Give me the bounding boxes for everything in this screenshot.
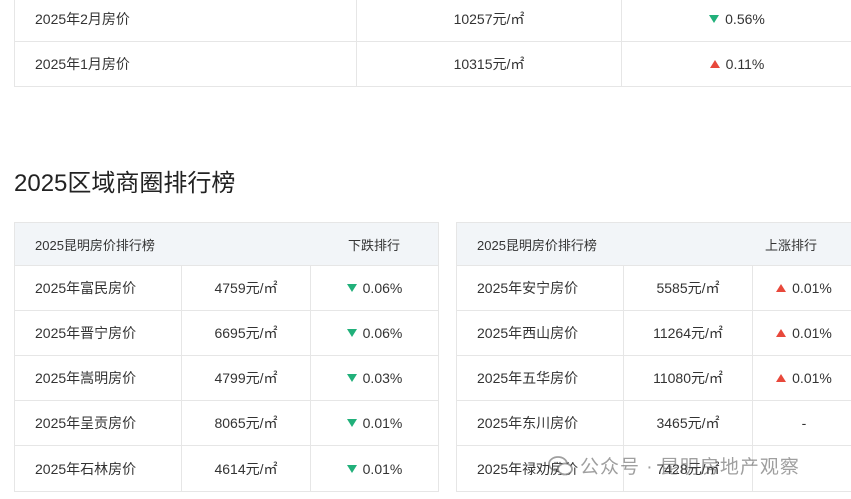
section-title: 2025区域商圈排行榜	[14, 170, 236, 197]
table-header: 2025昆明房价排行榜 上涨排行	[457, 223, 851, 266]
area-label: 2025年石林房价	[15, 446, 182, 491]
change-value: 0.01%	[792, 325, 832, 341]
down-arrow-icon	[709, 15, 720, 23]
price-value: 6695元/㎡	[182, 311, 311, 355]
change-cell: 0.06%	[311, 266, 438, 310]
table-row: 2025年晋宁房价 6695元/㎡ 0.06%	[15, 311, 438, 356]
wechat-icon	[548, 455, 573, 475]
change-cell: 0.01%	[753, 266, 851, 310]
area-label: 2025年五华房价	[457, 356, 624, 400]
change-value: 0.01%	[362, 415, 403, 431]
table-row: 2025年五华房价 11080元/㎡ 0.01%	[457, 356, 851, 401]
down-arrow-icon	[346, 329, 357, 337]
change-cell: 0.06%	[311, 311, 438, 355]
change-cell: 0.01%	[311, 446, 438, 491]
table-row: 2025年东川房价 3465元/㎡ -	[457, 401, 851, 446]
header-rank: 下跌排行	[347, 237, 400, 253]
up-arrow-icon	[709, 60, 720, 68]
area-label: 2025年呈贡房价	[15, 401, 182, 445]
table-row: 2025年安宁房价 5585元/㎡ 0.01%	[457, 266, 851, 311]
table-row: 2025年2月房价 10257元/㎡ 0.56%	[15, 0, 851, 41]
change-cell: 0.11%	[622, 42, 851, 86]
change-cell: 0.56%	[622, 0, 851, 41]
table-row: 2025年嵩明房价 4799元/㎡ 0.03%	[15, 356, 438, 401]
up-arrow-icon	[776, 329, 787, 337]
price-value: 11080元/㎡	[624, 356, 753, 400]
table-header: 2025昆明房价排行榜 下跌排行	[15, 223, 438, 266]
month-label: 2025年1月房价	[15, 42, 357, 86]
month-label: 2025年2月房价	[15, 0, 357, 41]
change-value: 0.06%	[362, 325, 403, 341]
header-title: 2025昆明房价排行榜	[35, 237, 155, 253]
change-cell: 0.01%	[753, 311, 851, 355]
price-value: 11264元/㎡	[624, 311, 753, 355]
table-row: 2025年呈贡房价 8065元/㎡ 0.01%	[15, 401, 438, 446]
change-value: 0.01%	[792, 280, 832, 296]
table-row: 2025年西山房价 11264元/㎡ 0.01%	[457, 311, 851, 356]
change-cell: 0.01%	[753, 356, 851, 400]
down-arrow-icon	[346, 284, 357, 292]
change-value: -	[801, 415, 807, 431]
table-row: 2025年1月房价 10315元/㎡ 0.11%	[15, 41, 851, 86]
change-value: 0.01%	[792, 370, 832, 386]
header-title: 2025昆明房价排行榜	[477, 237, 597, 253]
price-value: 4759元/㎡	[182, 266, 311, 310]
price-value: 10315元/㎡	[357, 42, 622, 86]
price-value: 8065元/㎡	[182, 401, 311, 445]
monthly-price-table: 2025年2月房价 10257元/㎡ 0.56% 2025年1月房价 10315…	[14, 0, 851, 87]
change-value: 0.56%	[725, 11, 765, 27]
change-cell: 0.01%	[311, 401, 438, 445]
price-value: 4614元/㎡	[182, 446, 311, 491]
area-label: 2025年嵩明房价	[15, 356, 182, 400]
price-value: 3465元/㎡	[624, 401, 753, 445]
down-arrow-icon	[346, 464, 357, 473]
watermark: 公众号 · 昆明房地产观察	[548, 452, 800, 479]
table-row: 2025年石林房价 4614元/㎡ 0.01%	[15, 446, 438, 491]
area-label: 2025年东川房价	[457, 401, 624, 445]
price-value: 10257元/㎡	[357, 0, 622, 41]
up-arrow-icon	[776, 374, 787, 382]
watermark-text: 公众号 · 昆明房地产观察	[580, 457, 800, 478]
decline-ranking-table: 2025昆明房价排行榜 下跌排行 2025年富民房价 4759元/㎡ 0.06%…	[14, 222, 439, 492]
down-arrow-icon	[346, 374, 357, 382]
price-value: 5585元/㎡	[624, 266, 753, 310]
area-label: 2025年西山房价	[457, 311, 624, 355]
up-arrow-icon	[776, 284, 787, 292]
down-arrow-icon	[346, 419, 357, 427]
area-label: 2025年晋宁房价	[15, 311, 182, 355]
price-value: 4799元/㎡	[182, 356, 311, 400]
change-cell: 0.03%	[311, 356, 438, 400]
header-rank: 上涨排行	[764, 237, 817, 253]
change-value: 0.11%	[725, 56, 765, 72]
area-label: 2025年富民房价	[15, 266, 182, 310]
change-value: 0.03%	[362, 370, 403, 386]
area-label: 2025年安宁房价	[457, 266, 624, 310]
table-row: 2025年富民房价 4759元/㎡ 0.06%	[15, 266, 438, 311]
change-cell: -	[753, 401, 851, 445]
change-value: 0.06%	[362, 280, 403, 296]
change-value: 0.01%	[362, 460, 403, 477]
